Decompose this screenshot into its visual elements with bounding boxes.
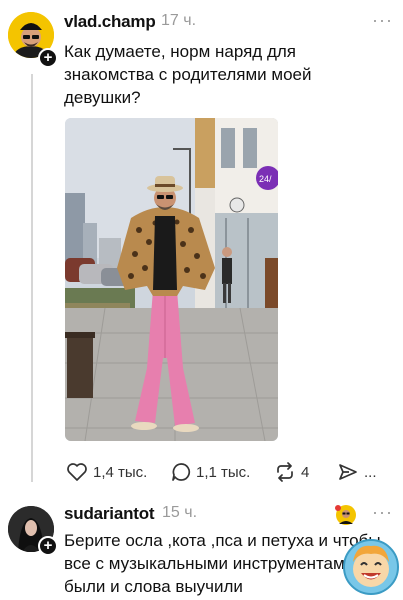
reply-time: 15 ч. xyxy=(162,504,198,521)
share-more: ... xyxy=(364,463,377,481)
more-icon[interactable]: ··· xyxy=(372,502,393,523)
comment-icon xyxy=(172,463,191,481)
repost-button[interactable]: 4 xyxy=(274,462,309,482)
follow-plus-icon[interactable]: + xyxy=(38,536,58,556)
follow-plus-icon[interactable]: + xyxy=(38,48,58,68)
repost-count: 4 xyxy=(301,463,310,481)
more-icon[interactable]: ··· xyxy=(372,10,393,31)
repost-icon xyxy=(277,462,293,482)
share-icon xyxy=(339,464,357,480)
post-photo[interactable]: 24/ xyxy=(65,118,278,441)
post-time: 17 ч. xyxy=(161,12,197,29)
laughing-emoji-watermark-icon xyxy=(343,539,399,595)
photo-man-in-leopard-coat: 24/ xyxy=(65,118,278,441)
heart-icon xyxy=(67,463,87,481)
like-count: 1,4 тыс. xyxy=(93,463,148,481)
thread-line xyxy=(31,74,33,482)
post-actions: 1,4 тыс. 1,1 тыс. 4 ... xyxy=(0,462,403,486)
liked-by-author-avatar-icon xyxy=(335,505,356,525)
post-username[interactable]: vlad.champ xyxy=(64,12,156,32)
reply-count: 1,1 тыс. xyxy=(196,463,251,481)
like-button[interactable]: 1,4 тыс. xyxy=(66,462,147,482)
post-text: Как думаете, норм наряд для знакомства с… xyxy=(64,42,312,107)
reply-username[interactable]: sudariantot xyxy=(64,504,155,524)
reply-button[interactable]: 1,1 тыс. xyxy=(171,462,250,482)
photo-sign-text: 24/ xyxy=(259,174,272,184)
share-button[interactable]: ... xyxy=(337,462,377,482)
